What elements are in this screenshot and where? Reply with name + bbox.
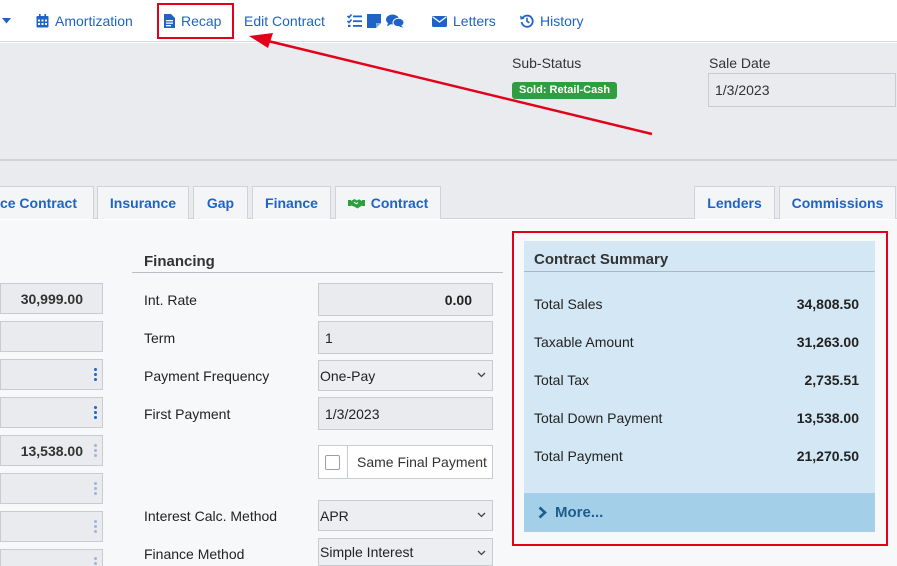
payment-frequency-select[interactable]: One-Pay bbox=[318, 360, 493, 391]
recap-highlight-box bbox=[157, 3, 234, 39]
tab-finance[interactable]: Finance bbox=[252, 186, 331, 219]
term-field[interactable]: 1 bbox=[318, 321, 493, 354]
first-payment-field[interactable]: 1/3/2023 bbox=[318, 397, 493, 430]
tab-gap-label: Gap bbox=[206, 195, 235, 211]
handshake-icon bbox=[347, 198, 365, 208]
tab-service-contract-label: ice Contract bbox=[0, 195, 77, 211]
interest-calc-method-select[interactable]: APR bbox=[318, 500, 493, 531]
same-final-payment-label: Same Final Payment bbox=[347, 446, 487, 478]
tab-finance-label: Finance bbox=[265, 195, 318, 211]
left-amount-field-2[interactable] bbox=[0, 321, 103, 352]
interest-calc-method-label: Interest Calc. Method bbox=[144, 508, 278, 524]
sale-date-label: Sale Date bbox=[709, 55, 771, 71]
calendar-icon bbox=[36, 14, 49, 28]
kebab-menu-icon[interactable] bbox=[94, 368, 97, 383]
int-rate-value: 0.00 bbox=[444, 291, 472, 308]
tab-commissions-label: Commissions bbox=[791, 195, 884, 211]
kebab-menu-icon[interactable] bbox=[94, 406, 97, 421]
payment-frequency-value: One-Pay bbox=[320, 367, 376, 384]
left-amount-value-5: 13,538.00 bbox=[20, 443, 83, 459]
tab-lenders-label: Lenders bbox=[707, 195, 762, 211]
chevron-down-icon bbox=[477, 550, 486, 556]
left-amount-field-3[interactable] bbox=[0, 359, 103, 390]
chevron-down-icon bbox=[477, 512, 486, 518]
amortization-link[interactable]: Amortization bbox=[36, 12, 133, 30]
history-label: History bbox=[540, 13, 584, 29]
edit-contract-link[interactable]: Edit Contract bbox=[244, 12, 325, 30]
sticky-note-icon[interactable] bbox=[367, 14, 381, 28]
finance-method-label: Finance Method bbox=[144, 546, 245, 562]
top-toolbar: Amortization Recap Edit Contract Letters… bbox=[0, 0, 897, 42]
term-label: Term bbox=[144, 330, 176, 346]
tab-commissions[interactable]: Commissions bbox=[779, 186, 896, 219]
same-final-payment-checkbox[interactable] bbox=[325, 454, 340, 470]
left-amount-field-4[interactable] bbox=[0, 397, 103, 428]
history-icon bbox=[520, 14, 534, 28]
tab-insurance[interactable]: Insurance bbox=[97, 186, 189, 219]
sale-date-value: 1/3/2023 bbox=[715, 82, 770, 98]
checklist-icon[interactable] bbox=[347, 14, 362, 28]
kebab-menu-icon[interactable] bbox=[94, 482, 97, 497]
tab-lenders[interactable]: Lenders bbox=[694, 186, 775, 219]
term-value: 1 bbox=[325, 329, 333, 346]
letters-label: Letters bbox=[453, 13, 496, 29]
tab-service-contract[interactable]: ice Contract bbox=[0, 186, 94, 219]
status-badge: Sold: Retail-Cash bbox=[512, 82, 618, 99]
interest-calc-method-value: APR bbox=[320, 507, 349, 524]
int-rate-field[interactable]: 0.00 bbox=[318, 283, 493, 316]
left-amount-field-1[interactable]: 30,999.00 bbox=[0, 283, 103, 314]
left-amount-field-8[interactable] bbox=[0, 549, 103, 566]
financing-divider bbox=[132, 272, 503, 273]
payment-frequency-label: Payment Frequency bbox=[144, 368, 270, 384]
dropdown-caret-icon[interactable] bbox=[2, 12, 11, 30]
kebab-menu-icon[interactable] bbox=[94, 557, 97, 566]
tab-gap[interactable]: Gap bbox=[193, 186, 248, 219]
left-amount-field-6[interactable] bbox=[0, 473, 103, 504]
sale-date-field: 1/3/2023 bbox=[708, 73, 896, 107]
chevron-down-icon bbox=[477, 372, 486, 378]
left-amount-field-7[interactable] bbox=[0, 511, 103, 542]
chat-icon[interactable] bbox=[386, 14, 404, 28]
finance-method-select[interactable]: Simple Interest bbox=[318, 538, 493, 566]
letters-link[interactable]: Letters bbox=[432, 12, 496, 30]
kebab-menu-icon[interactable] bbox=[94, 444, 97, 459]
history-link[interactable]: History bbox=[520, 12, 584, 30]
left-amount-value-1: 30,999.00 bbox=[20, 291, 83, 307]
first-payment-label: First Payment bbox=[144, 406, 231, 422]
finance-method-value: Simple Interest bbox=[320, 544, 414, 560]
same-final-payment-option: Same Final Payment bbox=[318, 445, 493, 479]
summary-highlight-box bbox=[512, 231, 888, 546]
amortization-label: Amortization bbox=[55, 13, 133, 29]
tab-contract-label: Contract bbox=[370, 195, 429, 211]
left-amount-field-5[interactable]: 13,538.00 bbox=[0, 435, 103, 466]
first-payment-value: 1/3/2023 bbox=[325, 405, 380, 422]
tab-contract[interactable]: Contract bbox=[335, 186, 441, 219]
int-rate-label: Int. Rate bbox=[144, 292, 197, 308]
tab-insurance-label: Insurance bbox=[109, 195, 177, 211]
kebab-menu-icon[interactable] bbox=[94, 520, 97, 535]
edit-contract-label: Edit Contract bbox=[244, 13, 325, 29]
envelope-icon bbox=[432, 15, 447, 27]
financing-title: Financing bbox=[144, 253, 215, 270]
toolbar-icon-group bbox=[347, 12, 404, 30]
sub-status-label: Sub-Status bbox=[512, 55, 582, 71]
